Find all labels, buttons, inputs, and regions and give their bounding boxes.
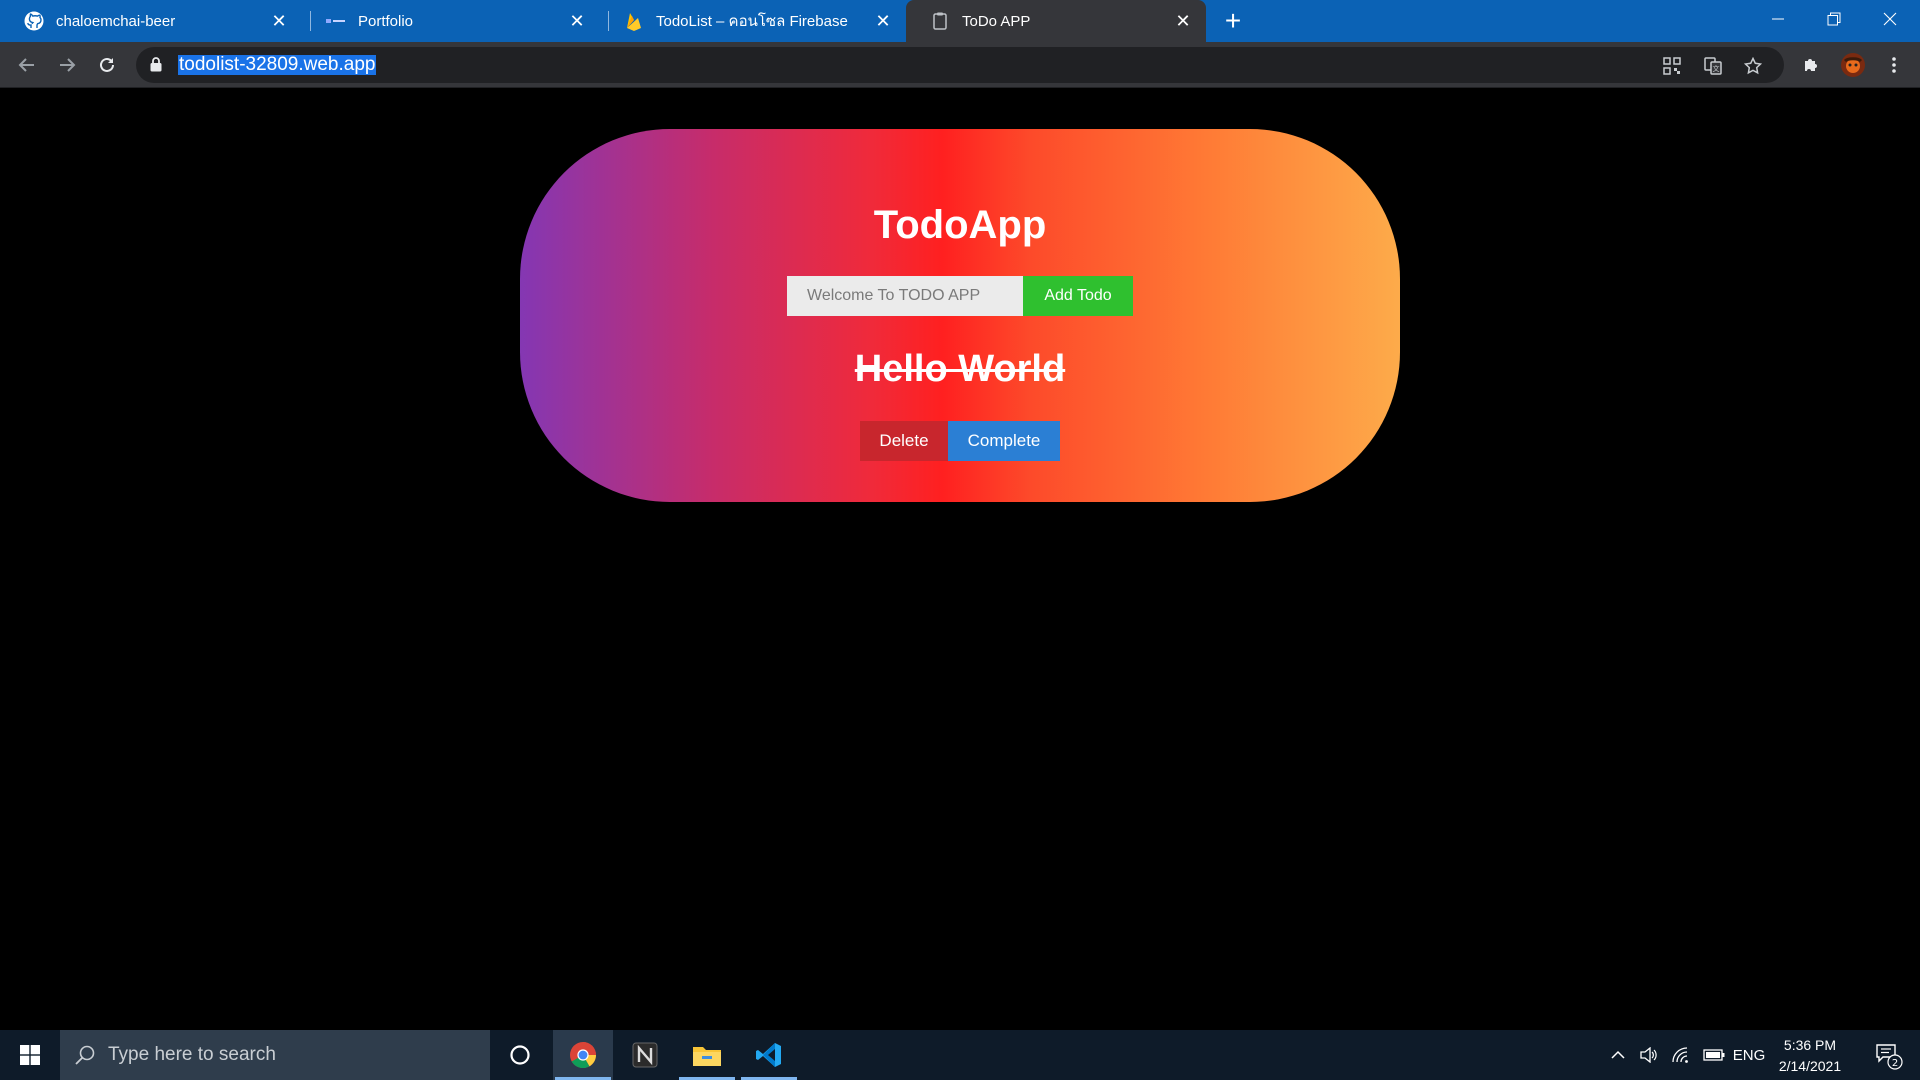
tab-github[interactable]: chaloemchai-beer ✕ [0, 0, 302, 42]
chrome-menu-icon[interactable] [1879, 50, 1909, 80]
show-hidden-icons-chevron-icon[interactable] [1606, 1030, 1630, 1080]
close-window-icon[interactable] [1862, 0, 1918, 38]
chrome-icon[interactable] [553, 1030, 613, 1080]
translate-icon[interactable]: 文 [1702, 55, 1724, 77]
browser-tab-strip: chaloemchai-beer ✕ Portfolio ✕ TodoList … [0, 0, 1920, 42]
tab-title: Portfolio [358, 12, 414, 30]
cortana-icon[interactable] [490, 1030, 550, 1080]
wifi-icon[interactable] [1668, 1030, 1694, 1080]
tab-title: chaloemchai-beer [56, 12, 176, 30]
todo-app-card: TodoApp Add Todo Hello World Delete Comp… [520, 129, 1400, 502]
new-tab-button[interactable]: + [1218, 5, 1248, 36]
tab-todo-app[interactable]: ToDo APP ✕ [906, 0, 1206, 42]
tab-firebase[interactable]: TodoList – คอนโซล Firebase ✕ [600, 0, 906, 42]
taskbar-clock[interactable]: 5:36 PM 2/14/2021 [1770, 1035, 1850, 1077]
firebase-icon [624, 11, 644, 31]
qr-code-icon[interactable] [1661, 55, 1683, 77]
windows-taskbar: Type here to search ENG 5:36 PM 2/14/202… [0, 1030, 1920, 1080]
windows-start-icon[interactable] [0, 1030, 60, 1080]
action-center-icon[interactable]: 2 [1866, 1030, 1910, 1080]
page-viewport: TodoApp Add Todo Hello World Delete Comp… [0, 88, 1920, 1030]
close-tab-icon[interactable]: ✕ [870, 8, 896, 34]
search-placeholder: Type here to search [108, 1044, 276, 1065]
todo-input[interactable] [787, 276, 1023, 316]
add-todo-button[interactable]: Add Todo [1023, 276, 1133, 316]
extensions-puzzle-icon[interactable] [1796, 50, 1826, 80]
vscode-icon[interactable] [739, 1030, 799, 1080]
battery-icon[interactable] [1700, 1030, 1728, 1080]
portfolio-icon [326, 11, 346, 31]
clock-time: 5:36 PM [1783, 1037, 1837, 1053]
back-arrow-icon[interactable] [11, 49, 43, 81]
close-tab-icon[interactable]: ✕ [1170, 8, 1196, 34]
close-tab-icon[interactable]: ✕ [266, 8, 292, 34]
lock-icon[interactable] [150, 57, 162, 77]
svg-text:文: 文 [1713, 64, 1720, 73]
minimize-icon[interactable] [1750, 0, 1806, 38]
restore-icon[interactable] [1806, 0, 1862, 38]
close-tab-icon[interactable]: ✕ [564, 8, 590, 34]
todo-item-actions: Delete Complete [860, 421, 1060, 461]
reload-icon[interactable] [91, 49, 123, 81]
tab-portfolio[interactable]: Portfolio ✕ [302, 0, 600, 42]
taskbar-search-box[interactable]: Type here to search [60, 1030, 490, 1080]
app-title: TodoApp [873, 203, 1047, 247]
clock-date: 2/14/2021 [1778, 1058, 1842, 1074]
page-icon [930, 11, 950, 31]
url-text[interactable]: todolist-32809.web.app [178, 55, 377, 75]
language-indicator[interactable]: ENG [1730, 1030, 1768, 1080]
notion-icon[interactable] [615, 1030, 675, 1080]
todo-item-text: Hello World [854, 348, 1066, 390]
profile-avatar[interactable] [1838, 50, 1868, 80]
delete-button[interactable]: Delete [860, 421, 948, 461]
tab-title: ToDo APP [962, 12, 1031, 30]
search-icon [74, 1044, 96, 1066]
todo-form: Add Todo [787, 276, 1133, 316]
notification-count-badge: 2 [1892, 1058, 1898, 1069]
address-bar[interactable]: todolist-32809.web.app 文 [136, 47, 1784, 83]
forward-arrow-icon[interactable] [51, 49, 83, 81]
file-explorer-icon[interactable] [677, 1030, 737, 1080]
github-icon [24, 11, 44, 31]
browser-toolbar: todolist-32809.web.app 文 [0, 42, 1920, 88]
bookmark-star-icon[interactable] [1742, 55, 1764, 77]
tab-title: TodoList – คอนโซล Firebase [656, 13, 848, 30]
volume-icon[interactable] [1636, 1030, 1662, 1080]
complete-button[interactable]: Complete [948, 421, 1060, 461]
